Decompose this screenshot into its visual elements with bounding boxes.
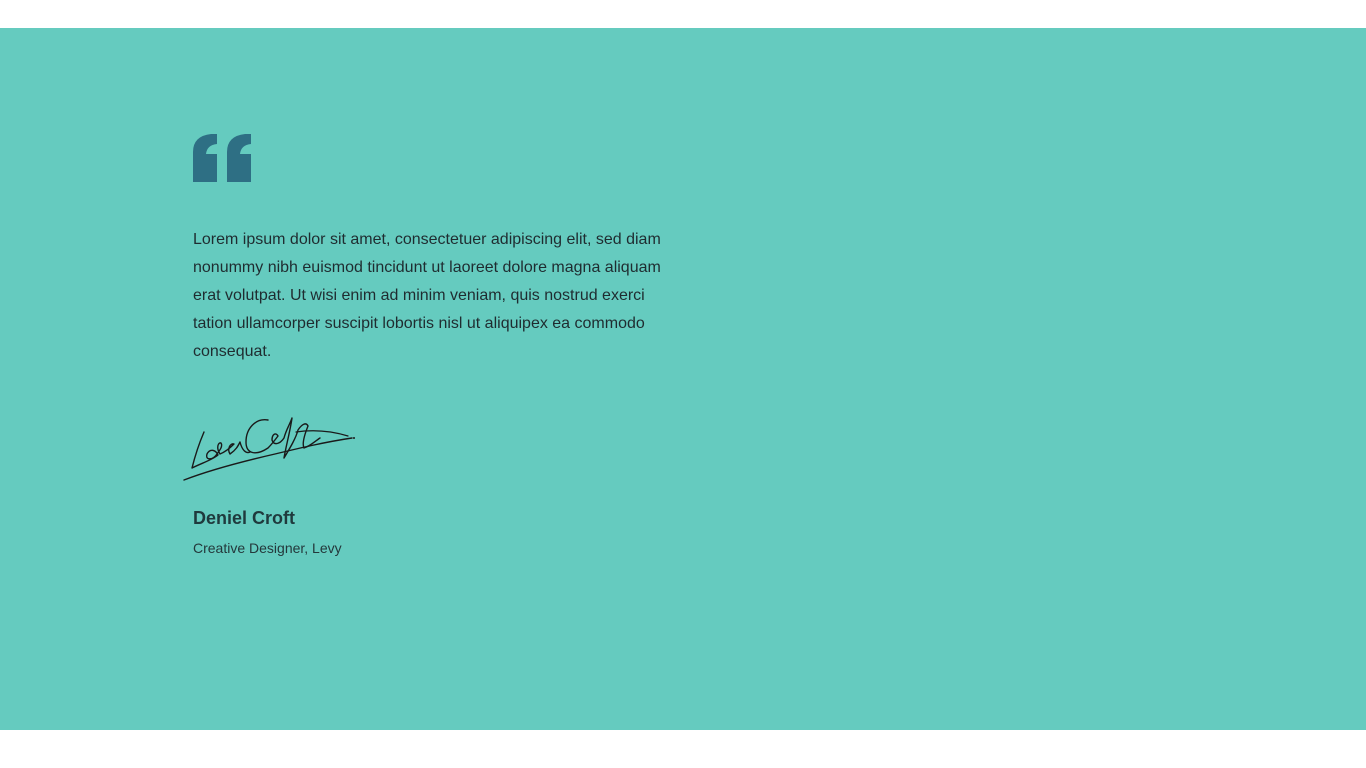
author-name: Deniel Croft [193,508,296,528]
testimonial-quote: Lorem ipsum dolor sit amet, consectetuer… [193,231,661,360]
author-role: Creative Designer, Levy [193,540,342,556]
quote-icon [193,134,251,182]
signature-image [183,417,355,481]
page: Lorem ipsum dolor sit amet, consectetuer… [0,0,1366,768]
